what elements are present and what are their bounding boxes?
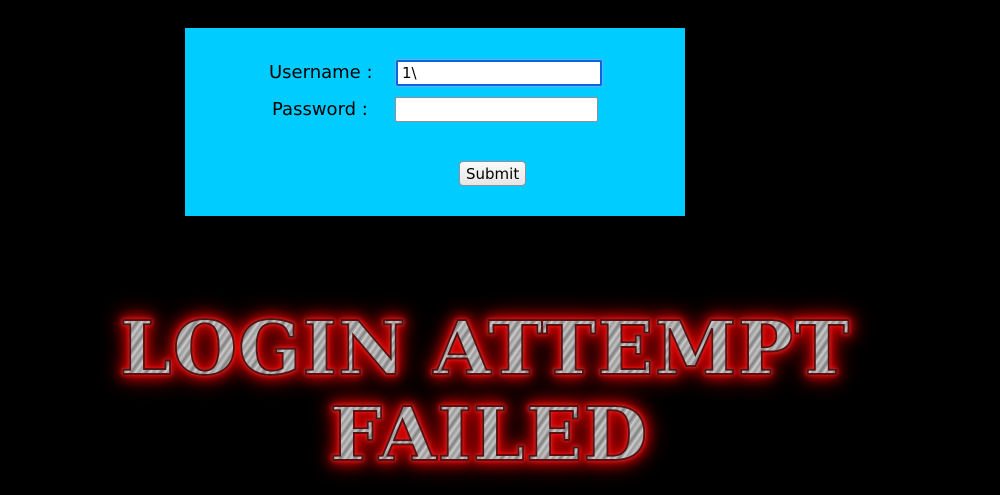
banner-line-login-attempt: LOGIN ATTEMPT <box>60 311 910 387</box>
page: Username : Password : Submit LOGIN ATTEM… <box>0 0 1000 495</box>
password-input[interactable] <box>395 97 598 122</box>
password-label: Password : <box>272 99 368 120</box>
banner-line-failed: FAILED <box>64 397 914 473</box>
username-label: Username : <box>269 62 373 83</box>
login-form: Username : Password : Submit <box>185 28 685 216</box>
username-input[interactable] <box>396 60 602 86</box>
login-failed-banner: LOGIN ATTEMPT FAILED <box>60 300 910 490</box>
submit-button[interactable]: Submit <box>459 161 527 186</box>
